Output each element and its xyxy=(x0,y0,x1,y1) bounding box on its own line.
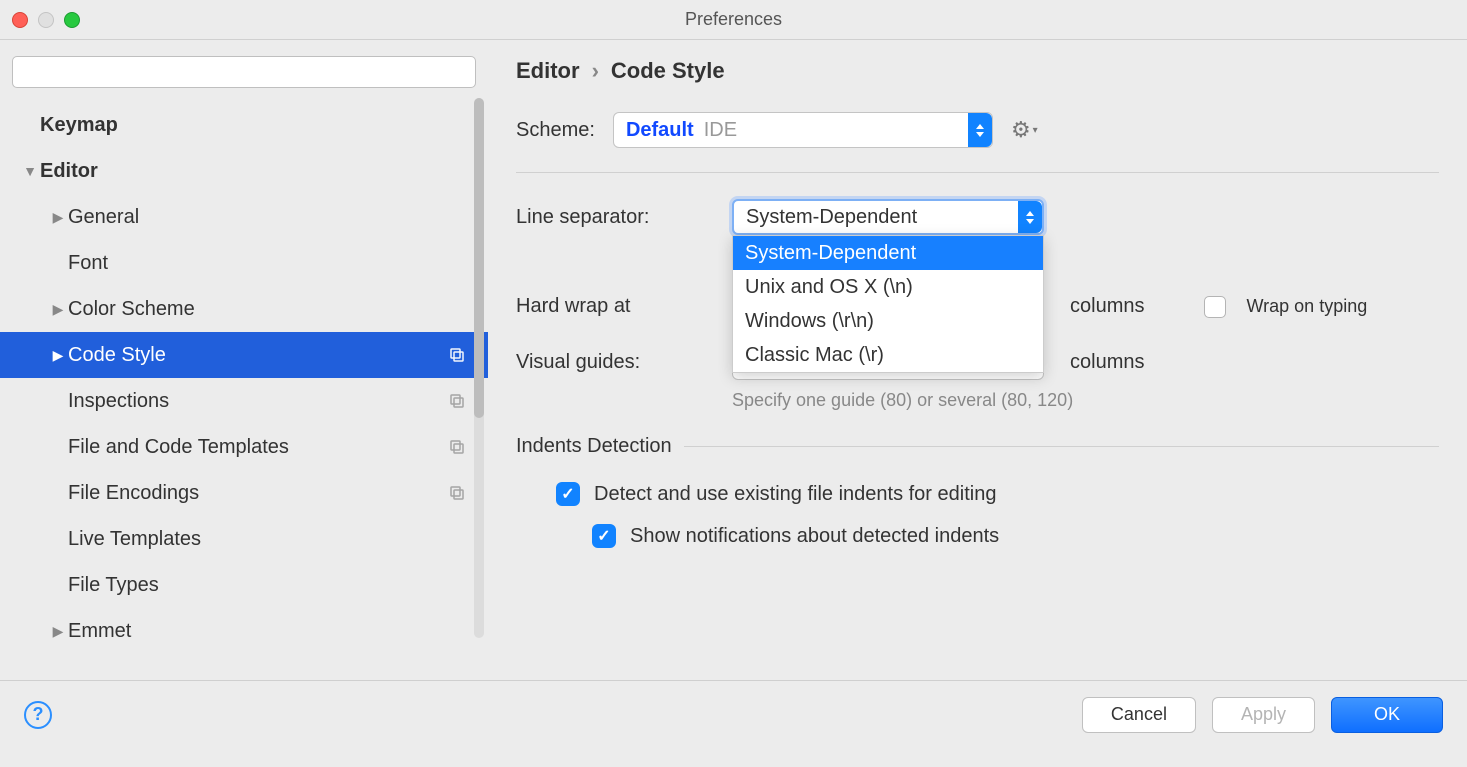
hard-wrap-label: Hard wrap at xyxy=(516,295,712,318)
help-button[interactable]: ? xyxy=(24,701,52,729)
line-separator-label: Line separator: xyxy=(516,206,712,229)
scheme-value: Default xyxy=(626,119,694,142)
tree-arrow-icon: ▶ xyxy=(48,623,68,640)
apply-button[interactable]: Apply xyxy=(1212,697,1315,733)
tree-item-live-templates[interactable]: Live Templates xyxy=(0,516,488,562)
show-notifications-checkbox[interactable]: ✓ xyxy=(592,524,616,548)
scheme-copy-icon xyxy=(448,346,466,364)
chevron-down-icon: ▾ xyxy=(1033,125,1038,136)
tree-item-emmet[interactable]: ▶Emmet xyxy=(0,608,488,654)
tree-item-label: Code Style xyxy=(68,344,448,367)
tree-item-label: Color Scheme xyxy=(68,298,476,321)
tree-item-file-and-code-templates[interactable]: File and Code Templates xyxy=(0,424,488,470)
tree-item-label: Editor xyxy=(40,160,476,183)
gear-icon: ⚙ xyxy=(1011,117,1031,143)
tree-arrow-icon: ▶ xyxy=(48,209,68,226)
tree-item-file-types[interactable]: File Types xyxy=(0,562,488,608)
sidebar: 🔍▾ Keymap▼Editor▶GeneralFont▶Color Schem… xyxy=(0,40,488,680)
tree-item-label: File Encodings xyxy=(68,482,448,505)
detect-indents-label: Detect and use existing file indents for… xyxy=(594,483,996,506)
tree-item-editor[interactable]: ▼Editor xyxy=(0,148,488,194)
tree-item-file-encodings[interactable]: File Encodings xyxy=(0,470,488,516)
line-separator-dropdown-menu: System-DependentUnix and OS X (\n)Window… xyxy=(732,235,1044,373)
dropdown-option[interactable]: Classic Mac (\r) xyxy=(733,338,1043,372)
visual-guides-label: Visual guides: xyxy=(516,351,712,374)
tree-arrow-icon: ▶ xyxy=(48,347,68,364)
scheme-badge: IDE xyxy=(704,119,737,142)
visual-guides-hint: Specify one guide (80) or several (80, 1… xyxy=(732,390,1439,411)
dropdown-option[interactable]: Windows (\r\n) xyxy=(733,304,1043,338)
check-icon: ✓ xyxy=(597,526,610,546)
settings-tree: Keymap▼Editor▶GeneralFont▶Color Scheme▶C… xyxy=(0,102,488,654)
main-panel: Editor › Code Style Scheme: Default IDE … xyxy=(488,40,1467,680)
dialog-footer: ? Cancel Apply OK xyxy=(0,680,1467,748)
scheme-copy-icon xyxy=(448,484,466,502)
show-notifications-label: Show notifications about detected indent… xyxy=(630,525,999,548)
wrap-on-typing-label: Wrap on typing xyxy=(1246,296,1367,317)
window-titlebar: Preferences xyxy=(0,0,1467,40)
tree-item-label: Font xyxy=(68,252,476,275)
tree-item-label: File Types xyxy=(68,574,476,597)
tree-arrow-icon: ▼ xyxy=(20,163,40,179)
breadcrumb-part-codestyle: Code Style xyxy=(611,58,725,84)
line-separator-dropdown[interactable]: System-Dependent xyxy=(732,199,1044,235)
tree-item-general[interactable]: ▶General xyxy=(0,194,488,240)
divider xyxy=(516,172,1439,173)
check-icon: ✓ xyxy=(561,484,574,504)
wrap-on-typing-checkbox[interactable] xyxy=(1204,296,1226,318)
visual-guides-unit: columns xyxy=(1070,351,1144,374)
divider xyxy=(684,446,1439,447)
ok-button[interactable]: OK xyxy=(1331,697,1443,733)
tree-item-code-style[interactable]: ▶Code Style xyxy=(0,332,488,378)
dropdown-spinner-icon xyxy=(968,113,992,147)
breadcrumb-separator: › xyxy=(592,58,599,84)
tree-item-inspections[interactable]: Inspections xyxy=(0,378,488,424)
scheme-dropdown[interactable]: Default IDE xyxy=(613,112,993,148)
tree-item-label: Live Templates xyxy=(68,528,476,551)
detect-indents-checkbox[interactable]: ✓ xyxy=(556,482,580,506)
window-title: Preferences xyxy=(685,9,782,30)
dropdown-spinner-icon xyxy=(1018,201,1042,233)
tree-item-label: General xyxy=(68,206,476,229)
tree-arrow-icon: ▶ xyxy=(48,301,68,318)
indents-detection-section-label: Indents Detection xyxy=(516,435,672,458)
help-icon: ? xyxy=(33,704,44,725)
window-zoom-button[interactable] xyxy=(64,12,80,28)
dropdown-option[interactable]: System-Dependent xyxy=(733,236,1043,270)
hard-wrap-unit: columns xyxy=(1070,295,1144,318)
tree-item-label: Keymap xyxy=(40,114,476,137)
tree-item-label: File and Code Templates xyxy=(68,436,448,459)
tree-item-label: Emmet xyxy=(68,620,476,643)
tree-item-color-scheme[interactable]: ▶Color Scheme xyxy=(0,286,488,332)
sidebar-scrollbar-thumb[interactable] xyxy=(474,98,484,418)
tree-item-label: Inspections xyxy=(68,390,448,413)
tree-item-keymap[interactable]: Keymap xyxy=(0,102,488,148)
scheme-gear-button[interactable]: ⚙ ▾ xyxy=(1011,117,1038,143)
window-minimize-button[interactable] xyxy=(38,12,54,28)
search-input[interactable] xyxy=(12,56,476,88)
scheme-label: Scheme: xyxy=(516,119,595,142)
line-separator-value: System-Dependent xyxy=(746,206,917,229)
breadcrumb-part-editor[interactable]: Editor xyxy=(516,58,580,84)
scheme-copy-icon xyxy=(448,438,466,456)
cancel-button[interactable]: Cancel xyxy=(1082,697,1196,733)
window-close-button[interactable] xyxy=(12,12,28,28)
tree-item-font[interactable]: Font xyxy=(0,240,488,286)
breadcrumb: Editor › Code Style xyxy=(516,58,1439,84)
scheme-copy-icon xyxy=(448,392,466,410)
dropdown-option[interactable]: Unix and OS X (\n) xyxy=(733,270,1043,304)
